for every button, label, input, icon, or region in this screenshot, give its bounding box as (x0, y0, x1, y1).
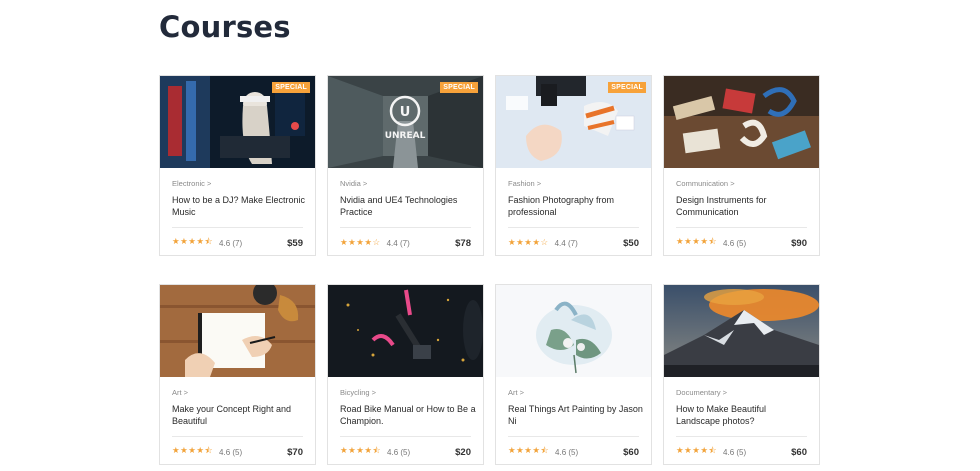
rating-row: ★★★★⯪ 4.6 (5) $70 (172, 446, 303, 458)
star-rating-icon: ★★★★⯪ (676, 237, 718, 247)
course-image-dj[interactable]: SPECIAL (160, 76, 315, 168)
rating-row: ★★★★⯪ 4.6 (5) $60 (508, 446, 639, 458)
rating-score: 4.6 (5) (723, 238, 747, 248)
rating-score: 4.4 (7) (554, 238, 578, 248)
course-price: $60 (791, 446, 807, 458)
svg-text:U: U (400, 105, 411, 120)
course-card-bicycling[interactable]: Bicycling > Road Bike Manual or How to B… (327, 284, 484, 465)
rating-score: 4.4 (7) (386, 238, 410, 248)
course-card-concept[interactable]: Art > Make your Concept Right and Beauti… (159, 284, 316, 465)
rating-score: 4.6 (5) (387, 447, 411, 457)
rating-score: 4.6 (7) (219, 238, 243, 248)
course-image-unreal[interactable]: U UNREAL SPECIAL (328, 76, 483, 168)
divider (508, 436, 639, 437)
course-category-link[interactable]: Fashion > (508, 179, 541, 188)
star-rating-icon: ★★★★⯪ (340, 446, 382, 456)
course-grid: SPECIAL Electronic > How to be a DJ? Mak… (159, 75, 820, 465)
course-card-painting[interactable]: Art > Real Things Art Painting by Jason … (495, 284, 652, 465)
course-category-link[interactable]: Nvidia > (340, 179, 367, 188)
course-price: $90 (791, 237, 807, 249)
special-badge: SPECIAL (272, 82, 310, 93)
course-title[interactable]: Design Instruments for Communication (676, 194, 812, 218)
special-badge: SPECIAL (440, 82, 478, 93)
course-image-mountain[interactable] (664, 285, 819, 377)
rating-score: 4.6 (5) (555, 447, 579, 457)
course-card-landscape[interactable]: Documentary > How to Make Beautiful Land… (663, 284, 820, 465)
rating-row: ★★★★⯪ 4.6 (5) $90 (676, 237, 807, 249)
star-rating-icon: ★★★★⯪ (508, 446, 550, 456)
rating-score: 4.6 (5) (219, 447, 243, 457)
course-card-fashion[interactable]: SPECIAL Fashion > Fashion Photography fr… (495, 75, 652, 256)
rating-row: ★★★★⯪ 4.6 (5) $20 (340, 446, 471, 458)
course-category-link[interactable]: Art > (172, 388, 188, 397)
rating-score: 4.6 (5) (723, 447, 747, 457)
course-image-bike[interactable] (328, 285, 483, 377)
rating-row: ★★★★☆ 4.4 (7) $50 (508, 237, 639, 249)
page-title: Courses (159, 10, 291, 44)
course-price: $60 (623, 446, 639, 458)
divider (676, 227, 807, 228)
divider (508, 227, 639, 228)
course-title[interactable]: Make your Concept Right and Beautiful (172, 403, 308, 427)
star-rating-icon: ★★★★⯪ (172, 446, 214, 456)
star-rating-icon: ★★★★⯪ (172, 237, 214, 247)
course-category-link[interactable]: Bicycling > (340, 388, 376, 397)
rating-row: ★★★★⯪ 4.6 (7) $59 (172, 237, 303, 249)
course-image-notebook[interactable] (160, 285, 315, 377)
divider (676, 436, 807, 437)
star-rating-icon: ★★★★☆ (340, 238, 381, 248)
course-title[interactable]: Nvidia and UE4 Technologies Practice (340, 194, 476, 218)
course-card-nvidia[interactable]: U UNREAL SPECIAL Nvidia > Nvidia and UE4… (327, 75, 484, 256)
course-image-communication[interactable] (664, 76, 819, 168)
rating-row: ★★★★☆ 4.4 (7) $78 (340, 237, 471, 249)
divider (340, 227, 471, 228)
divider (172, 436, 303, 437)
course-price: $59 (287, 237, 303, 249)
star-rating-icon: ★★★★⯪ (676, 446, 718, 456)
course-title[interactable]: How to be a DJ? Make Electronic Music (172, 194, 308, 218)
course-category-link[interactable]: Electronic > (172, 179, 211, 188)
course-category-link[interactable]: Documentary > (676, 388, 727, 397)
course-title[interactable]: Fashion Photography from professional (508, 194, 644, 218)
course-image-fashion[interactable]: SPECIAL (496, 76, 651, 168)
course-category-link[interactable]: Communication > (676, 179, 735, 188)
course-card-dj[interactable]: SPECIAL Electronic > How to be a DJ? Mak… (159, 75, 316, 256)
rating-row: ★★★★⯪ 4.6 (5) $60 (676, 446, 807, 458)
divider (340, 436, 471, 437)
course-price: $20 (455, 446, 471, 458)
unreal-logo-text: UNREAL (385, 131, 426, 141)
course-title[interactable]: Road Bike Manual or How to Be a Champion… (340, 403, 476, 427)
course-title[interactable]: Real Things Art Painting by Jason Ni (508, 403, 644, 427)
divider (172, 227, 303, 228)
course-title[interactable]: How to Make Beautiful Landscape photos? (676, 403, 812, 427)
course-category-link[interactable]: Art > (508, 388, 524, 397)
course-card-communication[interactable]: Communication > Design Instruments for C… (663, 75, 820, 256)
course-price: $50 (623, 237, 639, 249)
course-image-painting[interactable] (496, 285, 651, 377)
course-price: $78 (455, 237, 471, 249)
star-rating-icon: ★★★★☆ (508, 238, 549, 248)
course-price: $70 (287, 446, 303, 458)
special-badge: SPECIAL (608, 82, 646, 93)
